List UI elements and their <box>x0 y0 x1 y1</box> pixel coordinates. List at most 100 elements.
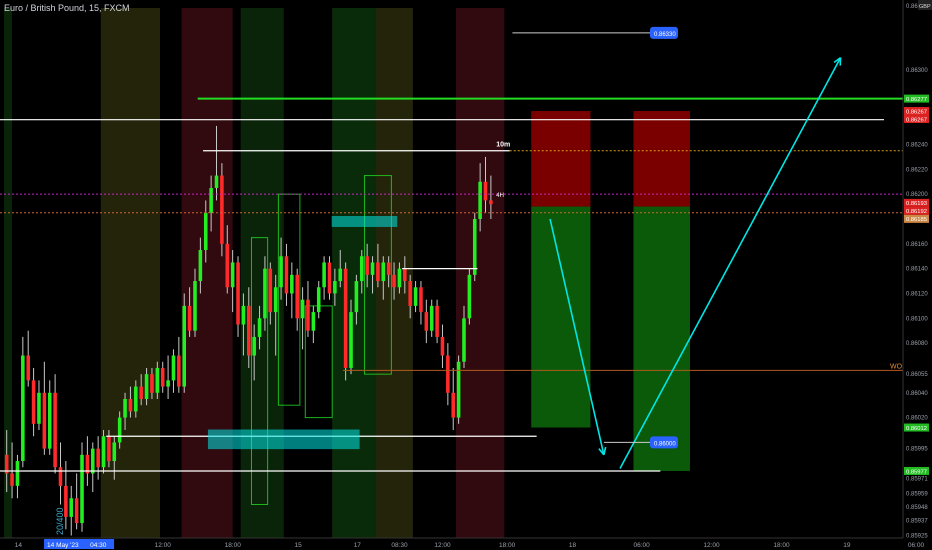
stop-loss-zone <box>633 111 690 207</box>
timeframe-label: 10m <box>496 142 510 149</box>
session-zone <box>240 8 284 538</box>
time-tick-label: 17 <box>354 542 362 549</box>
candle-body <box>392 274 396 288</box>
time-tick-label: 12:00 <box>434 542 451 549</box>
take-profit-zone <box>531 206 591 428</box>
candle-body <box>42 392 47 449</box>
candle-body <box>252 336 256 356</box>
chart-title: Euro / British Pound, 15, FXCM <box>4 3 130 13</box>
candle-body <box>134 386 138 412</box>
candle-body <box>220 175 224 244</box>
price-badge-label: 0.86192 <box>906 209 927 215</box>
price-tick-label: 0.85995 <box>906 447 928 453</box>
candle-body <box>247 305 251 356</box>
price-badge-label: 0.86267 <box>906 109 927 115</box>
price-badge-label: 0.86193 <box>906 201 927 207</box>
price-tick-label: 0.86020 <box>906 416 928 422</box>
price-chart[interactable]: WO10m4H0.863300.8600020/400 0.86360GBP0.… <box>0 0 932 550</box>
candle-body <box>424 312 429 331</box>
candle-body <box>263 268 267 319</box>
currency-label: GBP <box>919 4 931 10</box>
time-tick-label: 12:00 <box>703 542 720 549</box>
time-tick-label: 19 <box>843 542 851 549</box>
candle-body <box>128 398 133 412</box>
candle-body <box>177 355 181 387</box>
candle-body <box>53 392 57 468</box>
candle-body <box>386 262 391 275</box>
time-tick-label: 15 <box>295 542 303 549</box>
candle-body <box>354 281 359 313</box>
candle-body <box>472 219 477 275</box>
candle-body <box>15 461 20 486</box>
candle-body <box>290 274 294 294</box>
candle-body <box>117 417 122 443</box>
price-badge-label: 0.86277 <box>906 97 927 103</box>
candle-body <box>123 398 127 418</box>
candle-body <box>343 268 348 368</box>
candle-body <box>467 274 472 319</box>
candle-body <box>381 262 386 282</box>
price-badge-label: 0.86185 <box>906 217 927 223</box>
time-tick-label: 14 May '23 <box>47 542 79 549</box>
fair-value-gap-box <box>331 216 398 227</box>
candle-body <box>327 262 332 294</box>
candle-body <box>144 374 149 399</box>
candle-body <box>284 256 289 294</box>
candle-body <box>182 305 187 387</box>
candle-body <box>279 256 283 288</box>
candle-body <box>80 454 84 524</box>
time-tick-label: 18 <box>569 542 577 549</box>
timeframe-label: 4H <box>496 193 504 199</box>
price-tick-label: 0.86240 <box>906 143 928 149</box>
candle-body <box>489 200 493 205</box>
time-tick-label: 18:00 <box>225 542 242 549</box>
candle-body <box>225 243 230 288</box>
candle-body <box>478 181 482 220</box>
time-axis-background <box>0 538 932 550</box>
candle-body <box>112 442 117 462</box>
candle-body <box>203 212 208 251</box>
candle-body <box>10 473 14 486</box>
candle-body <box>96 448 100 468</box>
fair-value-gap-box <box>207 429 360 450</box>
price-badge-label: 0.86267 <box>906 117 927 123</box>
candle-body <box>306 299 310 331</box>
price-tick-label: 0.86080 <box>906 341 928 347</box>
price-tick-label: 0.86100 <box>906 316 928 322</box>
price-tick-label: 0.86140 <box>906 267 928 273</box>
candle-body <box>155 367 160 393</box>
candle-body <box>257 318 262 337</box>
candle-body <box>74 498 79 524</box>
price-tick-label: 0.85937 <box>906 519 928 525</box>
candle-body <box>209 187 213 213</box>
weekly-open-label: WO <box>890 363 903 370</box>
candle-body <box>47 392 52 449</box>
session-zone <box>181 8 233 538</box>
price-tick-label: 0.86055 <box>906 372 928 378</box>
price-axis: 0.86360GBP0.863000.862600.862400.862200.… <box>902 0 932 550</box>
candle-body <box>446 355 450 393</box>
price-badge-label: 0.86012 <box>906 426 927 432</box>
candle-body <box>403 268 407 282</box>
candle-body <box>160 367 165 387</box>
price-tick-label: 0.86120 <box>906 291 928 297</box>
candle-body <box>435 305 439 337</box>
candle-body <box>58 467 63 486</box>
candle-body <box>139 386 143 399</box>
price-note-label: 0.86330 <box>654 32 676 38</box>
price-badge-label: 0.85977 <box>906 469 927 475</box>
candle-body <box>322 262 326 288</box>
candle-body <box>397 268 402 288</box>
candle-body <box>440 336 445 356</box>
time-tick-label: 18:00 <box>499 542 516 549</box>
candle-body <box>462 318 466 362</box>
candle-body <box>295 274 299 319</box>
candle-body <box>166 380 170 387</box>
candle-body <box>413 287 418 306</box>
candle-body <box>90 448 95 474</box>
vertical-annotation-text: 20/400 <box>55 507 65 535</box>
time-tick-label: 08:30 <box>391 542 408 549</box>
candle-body <box>365 256 369 275</box>
candle-body <box>31 380 36 424</box>
candle-body <box>311 312 316 331</box>
